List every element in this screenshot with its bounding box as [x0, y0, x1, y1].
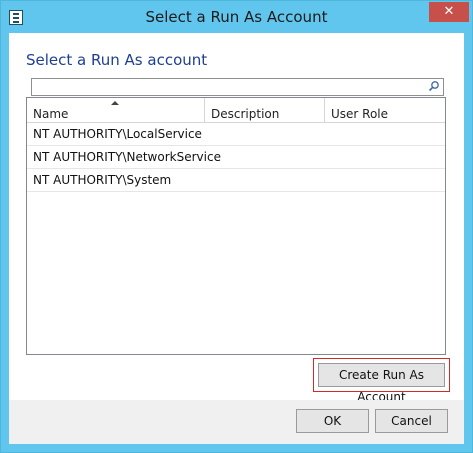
highlight-box: Create Run As Account: [313, 358, 450, 404]
close-button[interactable]: ✕: [429, 2, 469, 22]
title-bar[interactable]: Select a Run As Account ✕: [1, 1, 472, 34]
cancel-button[interactable]: Cancel: [375, 409, 448, 433]
window-title: Select a Run As Account: [145, 8, 328, 26]
column-header-description[interactable]: Description: [205, 98, 325, 123]
table-row[interactable]: NT AUTHORITY\LocalService: [27, 123, 445, 146]
column-header-name[interactable]: Name: [27, 98, 205, 123]
dialog-content: Select a Run As account Name Description…: [9, 33, 464, 404]
dialog-window: Select a Run As Account ✕ Select a Run A…: [0, 0, 473, 453]
accounts-list[interactable]: Name Description User Role NT AUTHORITY\…: [26, 97, 446, 355]
row-name: NT AUTHORITY\System: [33, 173, 172, 187]
search-icon[interactable]: [428, 80, 440, 92]
table-row[interactable]: NT AUTHORITY\NetworkService: [27, 146, 445, 169]
row-name: NT AUTHORITY\LocalService: [33, 127, 202, 141]
column-header-user-role[interactable]: User Role: [325, 98, 445, 123]
sort-ascending-icon: [111, 101, 119, 105]
ok-button[interactable]: OK: [296, 409, 369, 433]
table-row[interactable]: NT AUTHORITY\System: [27, 169, 445, 192]
row-name: NT AUTHORITY\NetworkService: [33, 150, 221, 164]
search-input[interactable]: [31, 78, 444, 96]
page-title: Select a Run As account: [26, 51, 208, 69]
dialog-footer: OK Cancel: [9, 400, 464, 444]
create-run-as-account-button[interactable]: Create Run As Account: [318, 363, 445, 404]
close-icon: ✕: [443, 4, 455, 19]
